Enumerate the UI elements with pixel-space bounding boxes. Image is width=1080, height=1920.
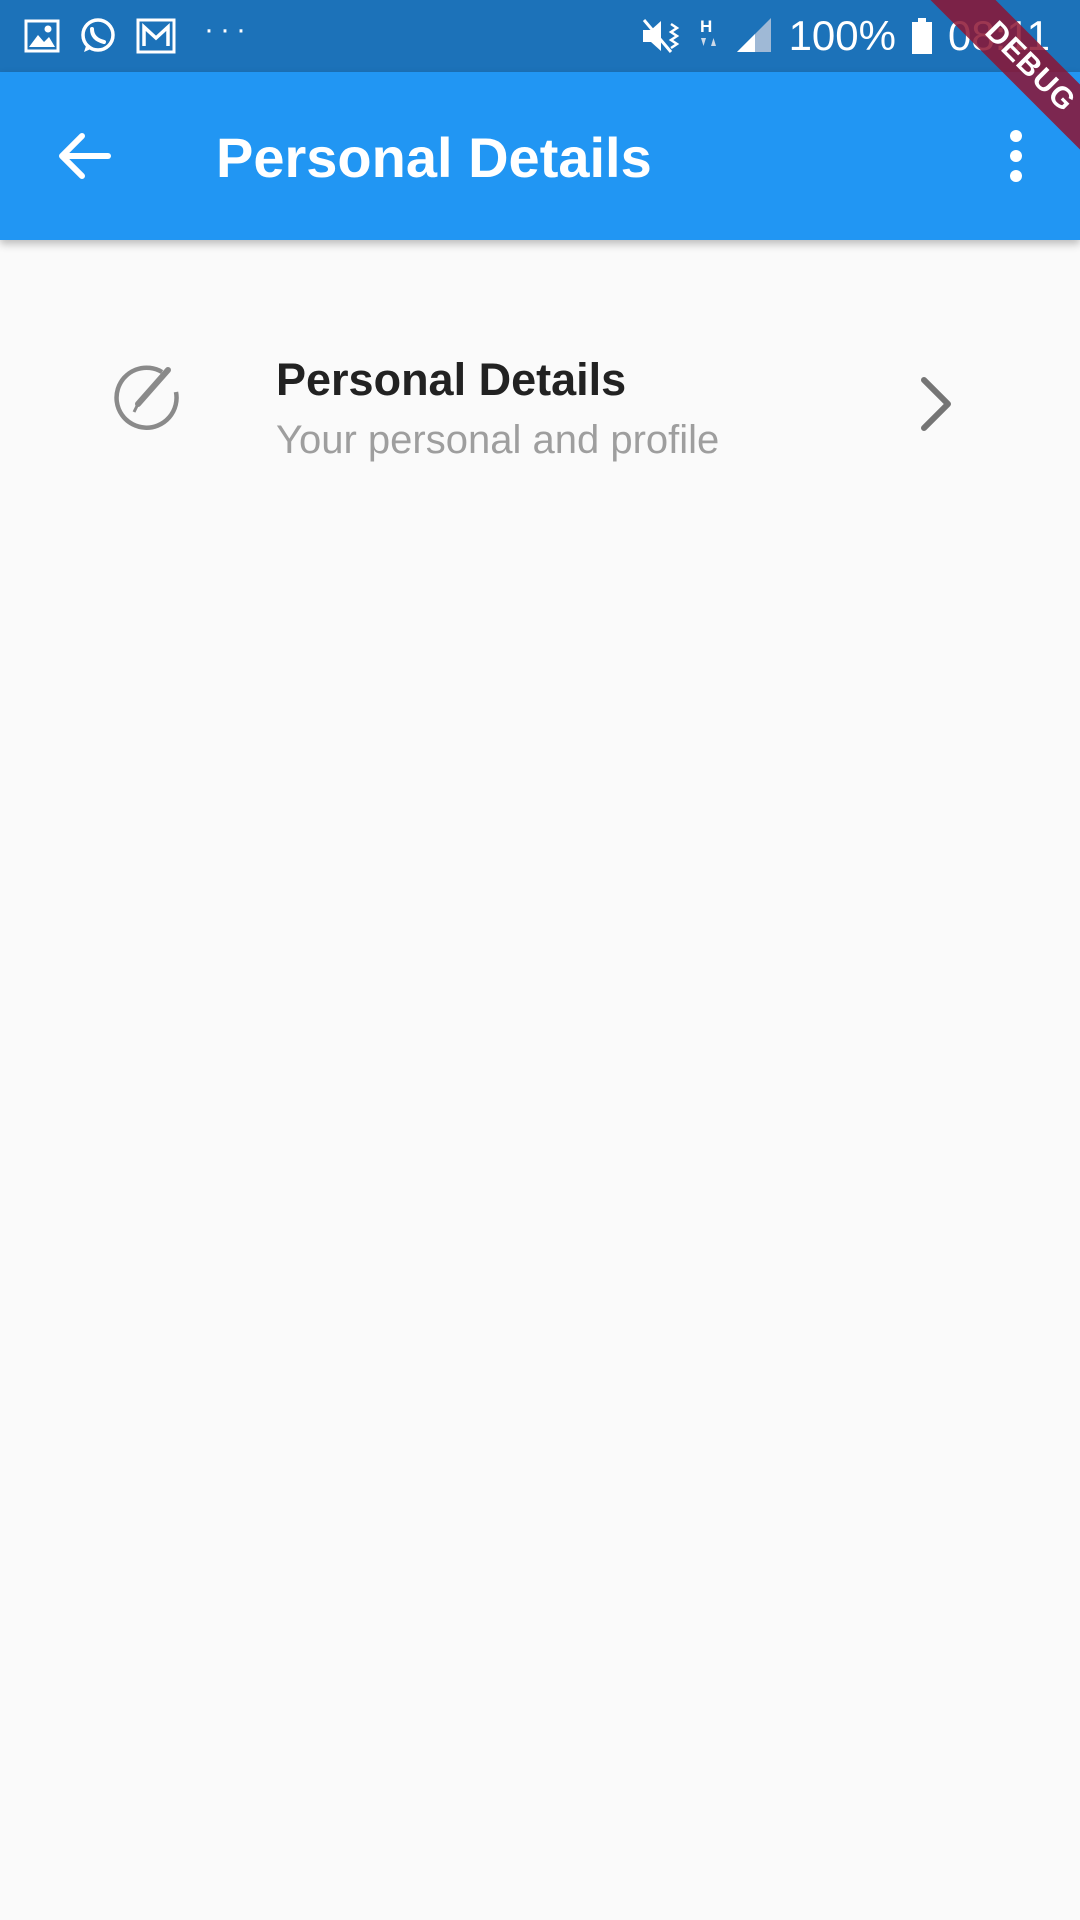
arrow-back-icon	[59, 133, 111, 179]
list-item-title: Personal Details	[276, 354, 627, 405]
clock: 08:11	[948, 12, 1050, 59]
back-button[interactable]	[42, 116, 122, 196]
mute-vibrate-icon	[641, 16, 683, 56]
status-bar: ··· H 100% 08:11	[0, 0, 1080, 72]
gallery-icon	[24, 19, 60, 53]
battery-percent: 100%	[788, 12, 896, 59]
overflow-menu-button[interactable]	[980, 116, 1052, 196]
app-bar: Personal Details	[0, 72, 1080, 240]
edit-circle-icon	[106, 352, 186, 432]
status-bar-notifications: ···	[24, 14, 252, 58]
chevron-right-icon	[904, 372, 968, 436]
battery-icon	[910, 16, 934, 56]
list-item-subtitle: Your personal and profile	[276, 418, 720, 462]
page-title: Personal Details	[216, 126, 652, 189]
status-bar-system: H 100% 08:11	[641, 12, 1050, 60]
mail-icon	[136, 18, 176, 54]
list-item-personal-details[interactable]: Personal Details Your personal and profi…	[0, 330, 1080, 480]
signal-icon	[735, 16, 775, 56]
more-vert-icon	[1010, 130, 1022, 182]
whatsapp-icon	[78, 16, 118, 56]
hspa-data-icon: H	[697, 16, 721, 56]
more-notifications-indicator: ···	[204, 13, 252, 46]
svg-text:H: H	[700, 17, 712, 36]
